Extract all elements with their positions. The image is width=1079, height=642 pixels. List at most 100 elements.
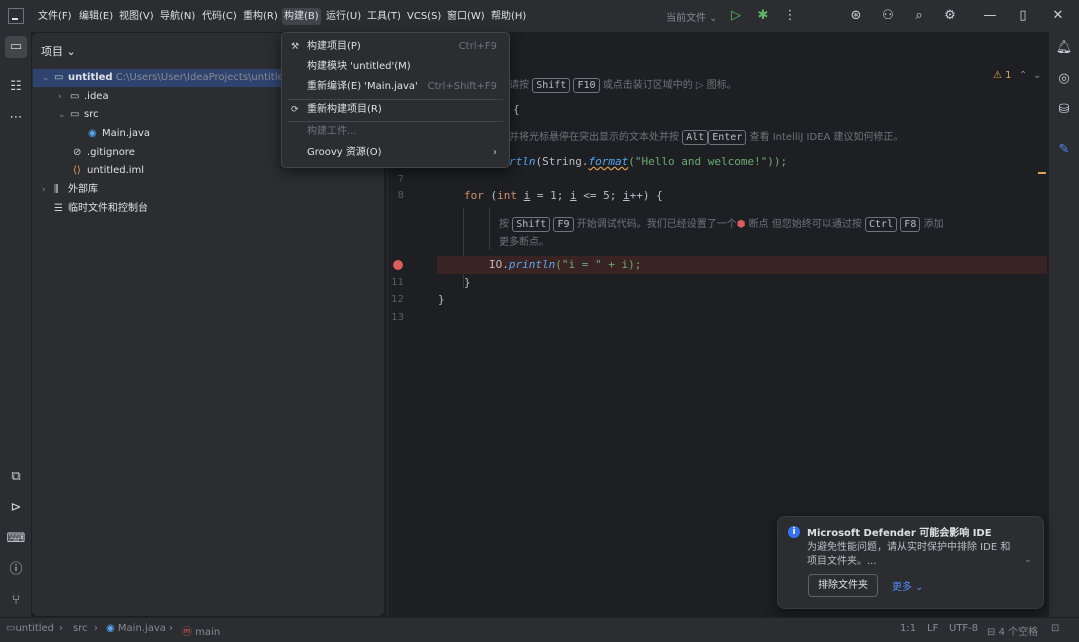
- search-icon[interactable]: ⌕: [910, 7, 928, 25]
- breakpoint-inline-icon: ⬢: [736, 219, 746, 230]
- app-logo-icon[interactable]: [8, 8, 24, 24]
- iml-file-icon: ⟨⟩: [73, 165, 81, 176]
- notification-body: 为避免性能问题，请从实时保护中排除 IDE 和项目文件夹。...: [807, 542, 1011, 567]
- menu-code[interactable]: 代码(C): [202, 8, 237, 25]
- defender-notification: i Microsoft Defender 可能会影响 IDE 为避免性能问题，请…: [777, 516, 1044, 609]
- ai-assistant-icon[interactable]: ◎: [1053, 68, 1075, 90]
- structure-icon[interactable]: ☷: [5, 76, 27, 98]
- method-icon: ⓜ: [182, 627, 192, 638]
- run-icon[interactable]: ▷: [727, 7, 745, 25]
- breadcrumb-separator-icon: ›: [94, 623, 98, 634]
- menu-edit[interactable]: 编辑(E): [79, 8, 113, 25]
- java-class-icon: ◉: [106, 623, 115, 634]
- code-line-close-for: }: [464, 276, 471, 289]
- menu-navigate[interactable]: 导航(N): [160, 8, 195, 25]
- run-config-selector[interactable]: 当前文件 ⌄: [666, 9, 718, 24]
- code-line-brace: {: [513, 103, 520, 116]
- menu-file[interactable]: 文件(F): [38, 8, 72, 25]
- folder-icon: ▭: [54, 72, 64, 83]
- menu-window[interactable]: 窗口(W): [447, 8, 485, 25]
- chevron-down-icon[interactable]: ⌄: [1033, 70, 1041, 81]
- warnings-indicator[interactable]: ⚠ 1: [993, 70, 1012, 81]
- indent-settings[interactable]: ⊟ 4 个空格: [987, 623, 1038, 638]
- caret-position[interactable]: 1:1: [900, 623, 916, 634]
- tree-label: .gitignore: [87, 147, 135, 158]
- minimize-icon[interactable]: —: [981, 7, 999, 25]
- git-icon[interactable]: ⑂: [5, 590, 27, 612]
- maximize-icon[interactable]: ▯: [1014, 7, 1032, 25]
- submenu-arrow-icon: ›: [493, 147, 497, 158]
- warning-stripe-mark[interactable]: [1038, 172, 1046, 174]
- tree-item-scratches[interactable]: ☰ 临时文件和控制台: [33, 200, 383, 218]
- rebuild-icon: ⟳: [291, 105, 299, 115]
- doc-comment-run-hint: 请按 Shift F10 或点击装订区域中的 ▷ 图标。: [509, 78, 737, 93]
- chevron-right-icon: ›: [58, 92, 62, 102]
- menu-vcs[interactable]: VCS(S): [407, 8, 441, 25]
- database-icon[interactable]: ⛁: [1053, 99, 1075, 121]
- menu-refactor[interactable]: 重构(R): [243, 8, 278, 25]
- menu-item-rebuild-project[interactable]: ⟳ 重新构建项目(R): [288, 100, 503, 120]
- project-folder-icon[interactable]: ▭: [5, 36, 27, 58]
- menu-run[interactable]: 运行(U): [326, 8, 361, 25]
- tree-label: 外部库: [68, 184, 98, 195]
- code-line-close-method: }: [438, 293, 445, 306]
- breadcrumb-root[interactable]: ▭untitled: [6, 623, 54, 634]
- line-number: 12: [391, 294, 404, 305]
- services-icon[interactable]: ⧉: [5, 466, 27, 488]
- exclude-folders-button[interactable]: 排除文件夹: [808, 574, 878, 597]
- menu-item-build-artifacts[interactable]: 构建工件...: [288, 122, 503, 142]
- breadcrumb-separator-icon: ›: [169, 623, 173, 634]
- menu-item-build-module[interactable]: 构建模块 'untitled'(M): [288, 57, 503, 77]
- tree-root-path: C:\Users\User\IdeaProjects\untitled: [115, 72, 290, 83]
- add-user-icon[interactable]: ⚇: [879, 7, 897, 25]
- debug-icon[interactable]: ✱: [754, 7, 772, 25]
- expand-chevron-icon[interactable]: ⌄: [1024, 555, 1032, 565]
- java-class-icon: ◉: [88, 128, 97, 139]
- readonly-toggle-icon[interactable]: ⊡: [1051, 623, 1059, 634]
- menu-item-build-project[interactable]: ⚒ 构建项目(P) Ctrl+F9: [288, 37, 503, 57]
- gitignore-file-icon: ⊘: [73, 147, 82, 158]
- line-ending[interactable]: LF: [927, 623, 938, 634]
- menu-tools[interactable]: 工具(T): [367, 8, 401, 25]
- tree-label: Main.java: [102, 128, 151, 139]
- more-link[interactable]: 更多 ⌄: [892, 578, 924, 593]
- folder-icon: ▭: [70, 91, 80, 102]
- project-panel-title[interactable]: 项目 ⌄: [41, 43, 76, 59]
- menu-item-recompile[interactable]: 重新编译(E) 'Main.java' Ctrl+Shift+F9: [288, 77, 503, 97]
- pencil-icon[interactable]: ✎: [1053, 139, 1075, 161]
- library-icon: ⫼: [54, 184, 59, 195]
- terminal-icon[interactable]: ⌨: [5, 528, 27, 550]
- close-window-icon[interactable]: ✕: [1049, 7, 1067, 25]
- menu-help[interactable]: 帮助(H): [491, 8, 526, 25]
- tree-root-name: untitled: [68, 72, 113, 83]
- scratches-icon: ☰: [54, 203, 63, 214]
- chevron-right-icon: ›: [42, 185, 46, 195]
- tree-label: 临时文件和控制台: [68, 203, 148, 214]
- copilot-icon[interactable]: ⊛: [847, 7, 865, 25]
- doc-comment-debug-hint-line2: 更多断点。: [499, 237, 549, 248]
- settings-gear-icon[interactable]: ⚙: [941, 7, 959, 25]
- menu-view[interactable]: 视图(V): [119, 8, 154, 25]
- file-encoding[interactable]: UTF-8: [949, 623, 978, 634]
- breadcrumb-file[interactable]: ◉ Main.java: [106, 623, 166, 634]
- indent-guide: [489, 208, 490, 250]
- more-actions-icon[interactable]: ⋮: [781, 7, 799, 25]
- breadcrumb-method[interactable]: ⓜ main: [182, 623, 220, 638]
- hammer-icon: ⚒: [291, 42, 300, 52]
- menu-build[interactable]: 构建(B): [282, 8, 321, 25]
- chevron-down-icon: ⌄: [58, 110, 66, 120]
- more-tools-icon[interactable]: ⋯: [5, 107, 27, 129]
- tree-item-external-libraries[interactable]: › ⫼ 外部库: [33, 181, 383, 199]
- problems-icon[interactable]: ⓘ: [5, 559, 27, 581]
- chevron-up-icon[interactable]: ⌃: [1019, 70, 1027, 81]
- info-icon: i: [788, 526, 800, 538]
- tree-label: .idea: [84, 91, 109, 102]
- code-line-for: for (int i = 1; i <= 5; i++) {: [464, 189, 663, 202]
- breakpoint-icon[interactable]: [393, 260, 403, 270]
- unlock-icon: ⊟: [987, 627, 996, 638]
- doc-comment-debug-hint: 按 Shift F9 开始调试代码。我们已经设置了一个⬢ 断点 但您始终可以通过…: [499, 217, 944, 232]
- run-window-icon[interactable]: ⊳: [5, 497, 27, 519]
- breadcrumb-src[interactable]: src: [73, 623, 88, 634]
- menu-item-groovy-resources[interactable]: Groovy 资源(O) ›: [288, 143, 503, 163]
- notifications-icon[interactable]: 🔔︎: [1053, 37, 1075, 59]
